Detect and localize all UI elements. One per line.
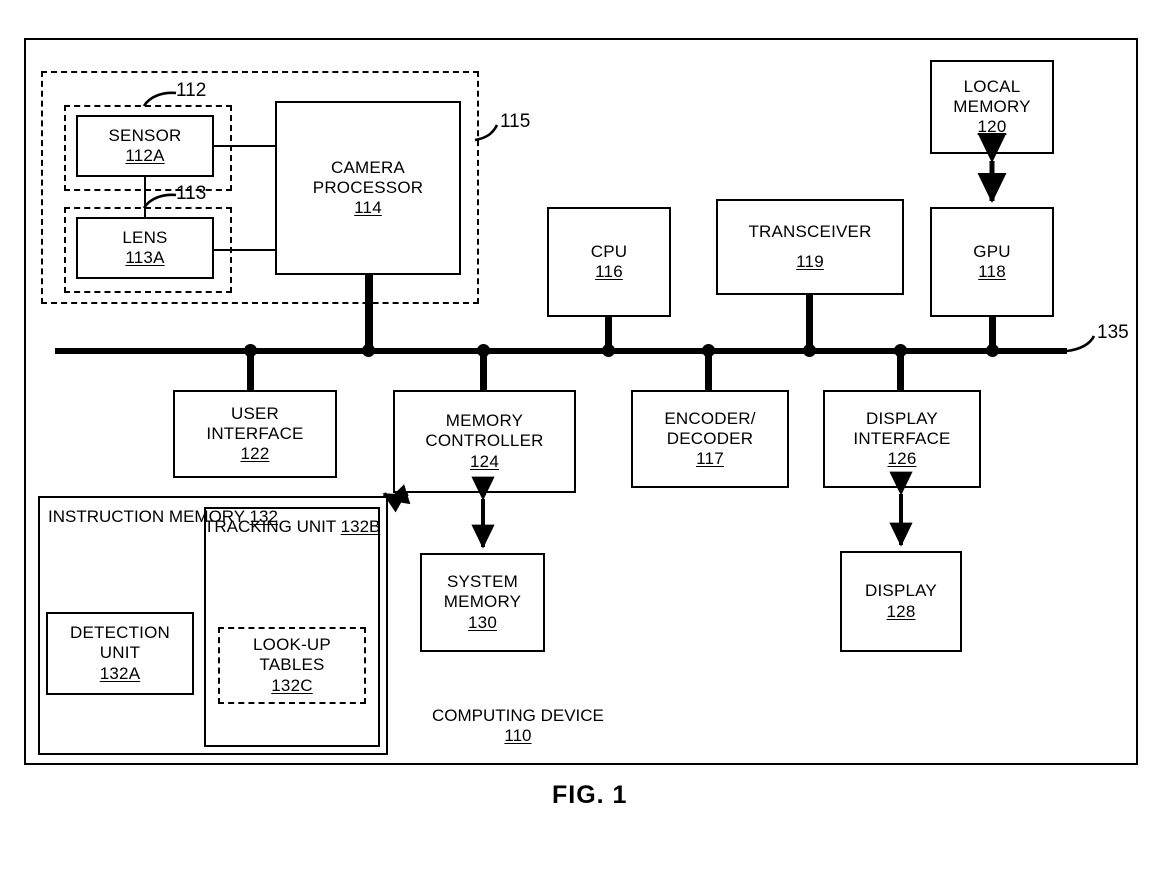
- local-memory-label-line2: MEMORY: [953, 96, 1031, 116]
- tracking-unit-title: TRACKING UNIT 132B: [204, 517, 380, 537]
- lens-to-camera-processor-wire: [214, 249, 276, 251]
- tracking-unit-ref: 132B: [340, 517, 381, 536]
- patent-figure-1: SENSOR 112A LENS 113A CAMERA PROCESSOR 1…: [0, 0, 1150, 880]
- computing-device-ref: 110: [504, 726, 532, 746]
- local-memory-ref: 120: [977, 117, 1007, 137]
- camera-processor-block[interactable]: CAMERA PROCESSOR 114: [275, 101, 461, 275]
- system-memory-block[interactable]: SYSTEM MEMORY 130: [420, 553, 545, 652]
- sensor-to-lens-wire: [144, 176, 146, 218]
- lookup-tables-label-line2: TABLES: [259, 655, 325, 675]
- encoder-decoder-bus-stem: [705, 351, 712, 392]
- encoder-decoder-label-line2: DECODER: [666, 428, 754, 448]
- memory-controller-label-line2: CONTROLLER: [425, 431, 544, 451]
- sensor-block[interactable]: SENSOR 112A: [76, 115, 214, 177]
- user-interface-ref: 122: [240, 444, 270, 464]
- user-interface-bus-stem: [247, 351, 254, 392]
- ref-112: 112: [176, 80, 207, 101]
- display-ref: 128: [886, 601, 916, 621]
- detection-unit-label-line2: UNIT: [99, 643, 141, 663]
- lookup-tables-ref: 132C: [271, 675, 313, 695]
- detection-unit-label-line1: DETECTION: [69, 623, 171, 643]
- lens-block[interactable]: LENS 113A: [76, 217, 214, 279]
- display-label: DISPLAY: [865, 581, 937, 601]
- system-bus-135: [55, 348, 1067, 354]
- encoder-decoder-ref: 117: [696, 449, 724, 469]
- local-memory-label-line1: LOCAL: [963, 76, 1021, 96]
- local-memory-block[interactable]: LOCAL MEMORY 120: [930, 60, 1054, 154]
- cpu-label: CPU: [590, 241, 628, 261]
- camera-processor-label-line2: PROCESSOR: [312, 177, 424, 197]
- bus-junction-dot-user-interface: [244, 344, 257, 357]
- gpu-block[interactable]: GPU 118: [930, 207, 1054, 317]
- sensor-ref: 112A: [125, 146, 165, 165]
- camera-processor-bus-stem: [365, 275, 373, 351]
- display-interface-block[interactable]: DISPLAY INTERFACE 126: [823, 390, 981, 488]
- encoder-decoder-block[interactable]: ENCODER/ DECODER 117: [631, 390, 789, 488]
- transceiver-ref: 119: [796, 251, 824, 271]
- encoder-decoder-label-line1: ENCODER/: [664, 408, 756, 428]
- gpu-ref: 118: [978, 262, 1006, 281]
- memory-controller-bus-stem: [480, 351, 487, 392]
- lookup-tables-label-line1: LOOK-UP: [253, 635, 331, 655]
- ref-115: 115: [500, 111, 531, 132]
- bus-junction-dot-memory-controller: [477, 344, 490, 357]
- bus-junction-dot-gpu: [986, 344, 999, 357]
- camera-processor-label-line1: CAMERA: [331, 157, 405, 177]
- system-memory-label-line2: MEMORY: [443, 592, 522, 612]
- display-block[interactable]: DISPLAY 128: [840, 551, 962, 652]
- system-memory-label-line1: SYSTEM: [446, 572, 519, 592]
- gpu-label: GPU: [973, 241, 1011, 261]
- memory-controller-label-line1: MEMORY: [445, 411, 524, 431]
- bus-junction-dot-display-interface: [894, 344, 907, 357]
- ref-113: 113: [176, 183, 207, 204]
- detection-unit-block[interactable]: DETECTION UNIT 132A: [46, 612, 194, 695]
- cpu-block[interactable]: CPU 116: [547, 207, 671, 317]
- memory-controller-ref: 124: [470, 451, 499, 471]
- display-interface-ref: 126: [887, 449, 917, 469]
- lookup-tables-block[interactable]: LOOK-UP TABLES 132C: [218, 627, 366, 704]
- sensor-label: SENSOR: [108, 125, 182, 145]
- bus-junction-dot-transceiver: [803, 344, 816, 357]
- bus-junction-dot-cpu: [602, 344, 615, 357]
- tracking-unit-label-line1: TRACKING: [204, 517, 292, 536]
- transceiver-label: TRANSCEIVER: [748, 222, 872, 242]
- camera-processor-ref: 114: [354, 198, 382, 218]
- display-interface-label-line2: INTERFACE: [853, 428, 951, 448]
- system-memory-ref: 130: [468, 612, 497, 632]
- display-interface-bus-stem: [897, 351, 904, 392]
- bus-junction-dot-encoder-decoder: [702, 344, 715, 357]
- detection-unit-ref: 132A: [99, 663, 141, 683]
- memory-controller-block[interactable]: MEMORY CONTROLLER 124: [393, 390, 576, 493]
- lens-label: LENS: [122, 227, 168, 247]
- tracking-unit-label-line2: UNIT: [296, 517, 336, 536]
- lens-ref: 113A: [125, 248, 165, 267]
- transceiver-bus-stem: [806, 295, 813, 351]
- figure-caption: FIG. 1: [552, 781, 628, 809]
- user-interface-label-line1: USER: [230, 403, 280, 423]
- transceiver-block[interactable]: TRANSCEIVER 119: [716, 199, 904, 295]
- ref-135: 135: [1097, 322, 1129, 343]
- display-interface-label-line1: DISPLAY: [866, 408, 938, 428]
- sensor-to-camera-processor-wire: [214, 145, 276, 147]
- instruction-memory-label-line1: INSTRUCTION: [48, 507, 165, 526]
- user-interface-label-line2: INTERFACE: [206, 423, 304, 443]
- computing-device-name: COMPUTING DEVICE: [432, 706, 604, 725]
- computing-device-label: COMPUTING DEVICE 110: [432, 706, 604, 747]
- cpu-ref: 116: [595, 262, 623, 281]
- user-interface-block[interactable]: USER INTERFACE 122: [173, 390, 337, 478]
- bus-junction-dot-camera-processor: [362, 344, 375, 357]
